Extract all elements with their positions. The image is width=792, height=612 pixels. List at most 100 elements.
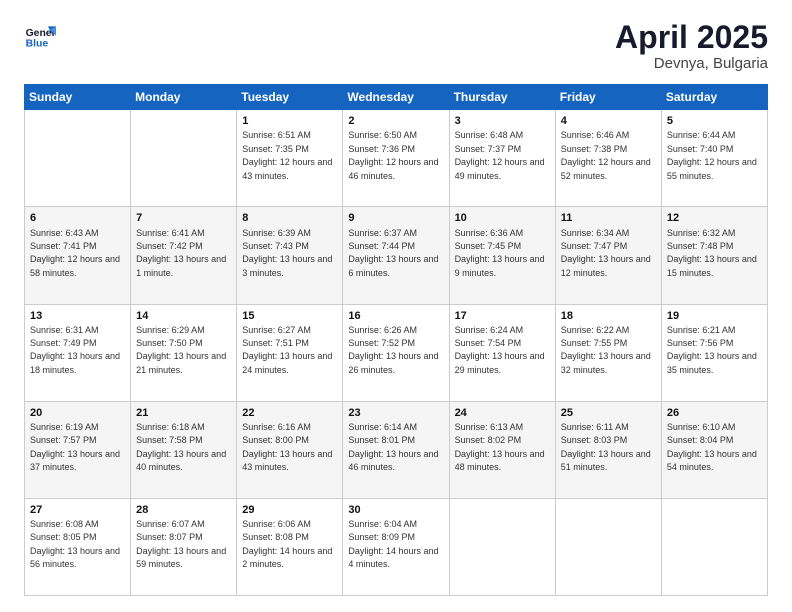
cell-info: Sunrise: 6:04 AMSunset: 8:09 PMDaylight:… — [348, 519, 438, 569]
cell-info: Sunrise: 6:27 AMSunset: 7:51 PMDaylight:… — [242, 325, 332, 375]
calendar-cell: 23 Sunrise: 6:14 AMSunset: 8:01 PMDayligh… — [343, 401, 449, 498]
cell-info: Sunrise: 6:31 AMSunset: 7:49 PMDaylight:… — [30, 325, 120, 375]
day-number: 30 — [348, 503, 443, 517]
calendar-cell — [661, 498, 767, 595]
calendar-cell: 5 Sunrise: 6:44 AMSunset: 7:40 PMDaylight… — [661, 110, 767, 207]
col-wednesday: Wednesday — [343, 85, 449, 110]
day-number: 20 — [30, 406, 125, 420]
day-number: 27 — [30, 503, 125, 517]
day-number: 19 — [667, 309, 762, 323]
calendar-cell: 13 Sunrise: 6:31 AMSunset: 7:49 PMDayligh… — [25, 304, 131, 401]
day-number: 7 — [136, 211, 231, 225]
day-number: 22 — [242, 406, 337, 420]
calendar-cell: 30 Sunrise: 6:04 AMSunset: 8:09 PMDayligh… — [343, 498, 449, 595]
col-sunday: Sunday — [25, 85, 131, 110]
calendar-cell — [449, 498, 555, 595]
day-number: 9 — [348, 211, 443, 225]
day-number: 16 — [348, 309, 443, 323]
cell-info: Sunrise: 6:14 AMSunset: 8:01 PMDaylight:… — [348, 422, 438, 472]
day-number: 13 — [30, 309, 125, 323]
day-number: 5 — [667, 114, 762, 128]
col-thursday: Thursday — [449, 85, 555, 110]
calendar-cell: 15Sunrise: 6:27 AMSunset: 7:51 PMDayligh… — [237, 304, 343, 401]
day-number: 3 — [455, 114, 550, 128]
day-number: 1 — [242, 114, 337, 128]
calendar-cell: 21 Sunrise: 6:18 AMSunset: 7:58 PMDayligh… — [131, 401, 237, 498]
title-block: April 2025 Devnya, Bulgaria — [615, 20, 768, 72]
calendar-cell: 18 Sunrise: 6:22 AMSunset: 7:55 PMDayligh… — [555, 304, 661, 401]
calendar-cell: 4 Sunrise: 6:46 AMSunset: 7:38 PMDaylight… — [555, 110, 661, 207]
calendar-cell — [25, 110, 131, 207]
logo: General Blue — [24, 20, 56, 52]
day-number: 8 — [242, 211, 337, 225]
day-number: 21 — [136, 406, 231, 420]
calendar-cell: 10Sunrise: 6:36 AMSunset: 7:45 PMDayligh… — [449, 207, 555, 304]
cell-info: Sunrise: 6:24 AMSunset: 7:54 PMDaylight:… — [455, 325, 545, 375]
logo-icon: General Blue — [24, 20, 56, 52]
cell-info: Sunrise: 6:19 AMSunset: 7:57 PMDaylight:… — [30, 422, 120, 472]
day-number: 17 — [455, 309, 550, 323]
cell-info: Sunrise: 6:48 AMSunset: 7:37 PMDaylight:… — [455, 130, 545, 180]
cell-info: Sunrise: 6:22 AMSunset: 7:55 PMDaylight:… — [561, 325, 651, 375]
calendar-cell: 6 Sunrise: 6:43 AMSunset: 7:41 PMDaylight… — [25, 207, 131, 304]
day-number: 6 — [30, 211, 125, 225]
header-row: Sunday Monday Tuesday Wednesday Thursday… — [25, 85, 768, 110]
calendar: Sunday Monday Tuesday Wednesday Thursday… — [24, 84, 768, 596]
cell-info: Sunrise: 6:10 AMSunset: 8:04 PMDaylight:… — [667, 422, 757, 472]
calendar-cell: 25Sunrise: 6:11 AMSunset: 8:03 PMDayligh… — [555, 401, 661, 498]
day-number: 29 — [242, 503, 337, 517]
calendar-cell — [131, 110, 237, 207]
day-number: 24 — [455, 406, 550, 420]
cell-info: Sunrise: 6:07 AMSunset: 8:07 PMDaylight:… — [136, 519, 226, 569]
calendar-cell: 1 Sunrise: 6:51 AMSunset: 7:35 PMDaylight… — [237, 110, 343, 207]
calendar-cell — [555, 498, 661, 595]
location: Devnya, Bulgaria — [615, 55, 768, 72]
calendar-week-2: 6 Sunrise: 6:43 AMSunset: 7:41 PMDaylight… — [25, 207, 768, 304]
cell-info: Sunrise: 6:46 AMSunset: 7:38 PMDaylight:… — [561, 130, 651, 180]
calendar-week-3: 13 Sunrise: 6:31 AMSunset: 7:49 PMDayligh… — [25, 304, 768, 401]
calendar-cell: 28 Sunrise: 6:07 AMSunset: 8:07 PMDayligh… — [131, 498, 237, 595]
calendar-cell: 9 Sunrise: 6:37 AMSunset: 7:44 PMDaylight… — [343, 207, 449, 304]
cell-info: Sunrise: 6:32 AMSunset: 7:48 PMDaylight:… — [667, 228, 757, 278]
cell-info: Sunrise: 6:06 AMSunset: 8:08 PMDaylight:… — [242, 519, 332, 569]
day-number: 28 — [136, 503, 231, 517]
calendar-cell: 26Sunrise: 6:10 AMSunset: 8:04 PMDayligh… — [661, 401, 767, 498]
cell-info: Sunrise: 6:43 AMSunset: 7:41 PMDaylight:… — [30, 228, 120, 278]
day-number: 4 — [561, 114, 656, 128]
cell-info: Sunrise: 6:16 AMSunset: 8:00 PMDaylight:… — [242, 422, 332, 472]
cell-info: Sunrise: 6:51 AMSunset: 7:35 PMDaylight:… — [242, 130, 332, 180]
header: General Blue April 2025 Devnya, Bulgaria — [24, 20, 768, 72]
col-monday: Monday — [131, 85, 237, 110]
calendar-cell: 17 Sunrise: 6:24 AMSunset: 7:54 PMDayligh… — [449, 304, 555, 401]
calendar-cell: 19Sunrise: 6:21 AMSunset: 7:56 PMDayligh… — [661, 304, 767, 401]
cell-info: Sunrise: 6:41 AMSunset: 7:42 PMDaylight:… — [136, 228, 226, 278]
cell-info: Sunrise: 6:37 AMSunset: 7:44 PMDaylight:… — [348, 228, 438, 278]
day-number: 18 — [561, 309, 656, 323]
cell-info: Sunrise: 6:29 AMSunset: 7:50 PMDaylight:… — [136, 325, 226, 375]
cell-info: Sunrise: 6:44 AMSunset: 7:40 PMDaylight:… — [667, 130, 757, 180]
calendar-cell: 8Sunrise: 6:39 AMSunset: 7:43 PMDaylight… — [237, 207, 343, 304]
calendar-cell: 29 Sunrise: 6:06 AMSunset: 8:08 PMDayligh… — [237, 498, 343, 595]
calendar-cell: 11 Sunrise: 6:34 AMSunset: 7:47 PMDayligh… — [555, 207, 661, 304]
calendar-week-5: 27 Sunrise: 6:08 AMSunset: 8:05 PMDayligh… — [25, 498, 768, 595]
cell-info: Sunrise: 6:18 AMSunset: 7:58 PMDaylight:… — [136, 422, 226, 472]
calendar-cell: 14Sunrise: 6:29 AMSunset: 7:50 PMDayligh… — [131, 304, 237, 401]
calendar-cell: 24 Sunrise: 6:13 AMSunset: 8:02 PMDayligh… — [449, 401, 555, 498]
calendar-week-4: 20 Sunrise: 6:19 AMSunset: 7:57 PMDayligh… — [25, 401, 768, 498]
svg-text:Blue: Blue — [26, 38, 49, 49]
cell-info: Sunrise: 6:26 AMSunset: 7:52 PMDaylight:… — [348, 325, 438, 375]
calendar-cell: 3 Sunrise: 6:48 AMSunset: 7:37 PMDaylight… — [449, 110, 555, 207]
day-number: 11 — [561, 211, 656, 225]
cell-info: Sunrise: 6:08 AMSunset: 8:05 PMDaylight:… — [30, 519, 120, 569]
day-number: 23 — [348, 406, 443, 420]
cell-info: Sunrise: 6:13 AMSunset: 8:02 PMDaylight:… — [455, 422, 545, 472]
col-friday: Friday — [555, 85, 661, 110]
calendar-cell: 22 Sunrise: 6:16 AMSunset: 8:00 PMDayligh… — [237, 401, 343, 498]
calendar-cell: 12 Sunrise: 6:32 AMSunset: 7:48 PMDayligh… — [661, 207, 767, 304]
day-number: 10 — [455, 211, 550, 225]
day-number: 2 — [348, 114, 443, 128]
cell-info: Sunrise: 6:34 AMSunset: 7:47 PMDaylight:… — [561, 228, 651, 278]
day-number: 25 — [561, 406, 656, 420]
day-number: 12 — [667, 211, 762, 225]
month-title: April 2025 — [615, 20, 768, 55]
